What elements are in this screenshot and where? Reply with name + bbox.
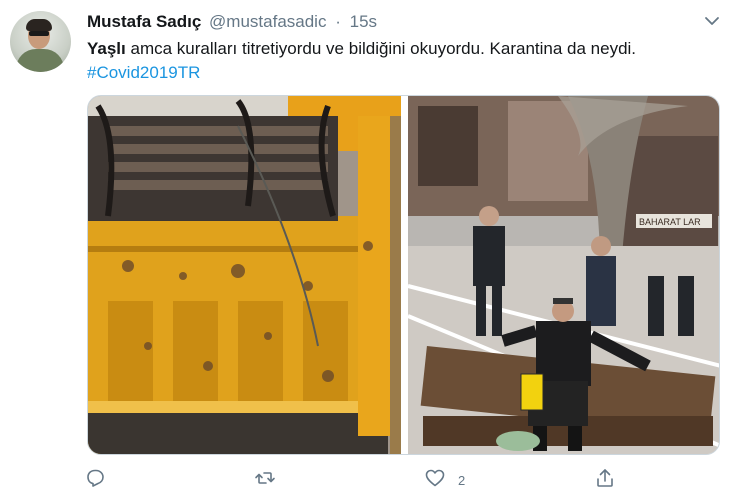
avatar[interactable] <box>10 11 71 72</box>
retweet-icon <box>254 467 276 494</box>
avatar-shirt <box>16 49 64 72</box>
retweet-button[interactable] <box>254 466 276 494</box>
reply-button[interactable] <box>84 466 106 494</box>
media-divider <box>401 96 408 454</box>
avatar-glasses <box>29 31 49 36</box>
timestamp[interactable]: 15s <box>350 12 377 31</box>
action-bar: 2 <box>0 466 735 496</box>
user-handle[interactable]: @mustafasadic <box>209 12 326 31</box>
tweet[interactable]: Mustafa Sadıç @mustafasadic · 15s Yaşlı … <box>0 0 735 504</box>
media-grid[interactable]: BAHARAT LAR <box>87 95 720 455</box>
like-count: 2 <box>458 472 466 488</box>
man-on-bench-image[interactable]: BAHARAT LAR <box>407 96 720 455</box>
tweet-header: Mustafa Sadıç @mustafasadic · 15s <box>87 12 377 34</box>
hashtag-link[interactable]: #Covid2019TR <box>87 61 200 85</box>
chevron-down-icon[interactable] <box>701 10 723 32</box>
display-name[interactable]: Mustafa Sadıç <box>87 12 201 31</box>
reply-icon <box>84 467 106 494</box>
truck-with-benches-image[interactable] <box>88 96 401 455</box>
tweet-text-body: amca kuralları titretiyordu ve bildiğini… <box>125 39 637 58</box>
tweet-text-bold: Yaşlı <box>87 39 126 58</box>
share-button[interactable] <box>594 466 616 494</box>
share-icon <box>594 467 616 494</box>
shop-sign: BAHARAT LAR <box>639 217 701 227</box>
like-button[interactable]: 2 <box>424 466 465 494</box>
tweet-text: Yaşlı amca kuralları titretiyordu ve bil… <box>87 37 717 85</box>
avatar-hair <box>26 19 52 31</box>
heart-icon <box>424 467 446 494</box>
separator-dot: · <box>335 12 341 31</box>
